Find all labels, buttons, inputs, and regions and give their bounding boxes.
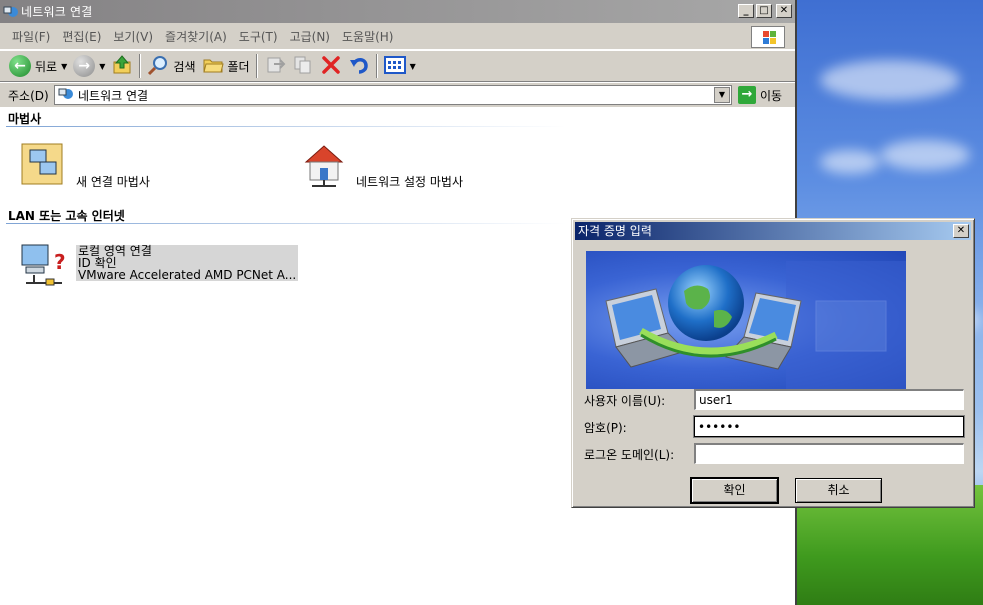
credentials-dialog: 자격 증명 입력 ✕ 사용자 이름(U): user1 암호(P): •••••… bbox=[571, 218, 975, 508]
forward-arrow-icon: → bbox=[73, 55, 96, 77]
username-label: 사용자 이름(U): bbox=[584, 393, 666, 408]
password-label: 암호(P): bbox=[584, 420, 627, 435]
copy-to-button[interactable] bbox=[289, 53, 317, 79]
new-connection-wizard-item[interactable]: 새 연결 마법사 bbox=[20, 140, 150, 190]
svg-text:?: ? bbox=[54, 250, 66, 274]
menu-favorites[interactable]: 즐겨찾기(A) bbox=[159, 28, 233, 45]
domain-input[interactable] bbox=[694, 443, 964, 464]
dialog-title: 자격 증명 입력 bbox=[578, 224, 652, 238]
minimize-button[interactable]: _ bbox=[738, 4, 754, 18]
views-dropdown-icon[interactable]: ▼ bbox=[410, 62, 416, 71]
up-button[interactable] bbox=[108, 53, 136, 79]
new-connection-wizard-icon bbox=[20, 140, 68, 188]
close-button[interactable]: ✕ bbox=[776, 4, 792, 18]
menu-advanced[interactable]: 고급(N) bbox=[284, 28, 336, 45]
username-row: 사용자 이름(U): bbox=[584, 389, 964, 411]
domain-row: 로그온 도메인(L): bbox=[584, 443, 964, 465]
lan-connection-icon: ? bbox=[20, 239, 68, 287]
toolbar-separator bbox=[255, 54, 258, 78]
address-dropdown-icon[interactable]: ▼ bbox=[714, 87, 730, 103]
back-label: 뒤로 bbox=[35, 59, 58, 74]
back-arrow-icon: ← bbox=[9, 55, 31, 77]
delete-button[interactable] bbox=[317, 53, 345, 79]
address-bar: 주소(D) 네트워크 연결 ▼ → 이동 bbox=[0, 83, 795, 107]
password-row: 암호(P): bbox=[584, 415, 965, 438]
delete-x-icon bbox=[320, 54, 342, 79]
network-setup-wizard-label: 네트워크 설정 마법사 bbox=[356, 175, 463, 189]
menu-file[interactable]: 파일(F) bbox=[6, 28, 56, 45]
address-input[interactable]: 네트워크 연결 ▼ bbox=[54, 85, 732, 105]
folder-up-icon bbox=[111, 54, 133, 79]
dialog-close-button[interactable]: ✕ bbox=[953, 224, 969, 238]
move-to-icon bbox=[264, 54, 286, 79]
ok-button[interactable]: 확인 bbox=[691, 478, 778, 503]
copy-to-icon bbox=[292, 54, 314, 79]
local-area-connection-item[interactable]: ? 로컬 영역 연결 ID 확인 VMware Accelerated AMD … bbox=[20, 239, 299, 287]
group-divider bbox=[6, 126, 566, 127]
maximize-button[interactable]: □ bbox=[756, 4, 772, 18]
go-button[interactable]: → 이동 bbox=[738, 86, 782, 104]
search-icon bbox=[147, 54, 169, 79]
undo-button[interactable] bbox=[345, 53, 373, 79]
username-input[interactable] bbox=[694, 389, 964, 410]
go-arrow-icon: → bbox=[738, 86, 756, 104]
folders-button[interactable]: 폴더 bbox=[199, 53, 253, 79]
search-button[interactable]: 검색 bbox=[144, 53, 198, 79]
back-dropdown-icon[interactable]: ▼ bbox=[61, 62, 67, 71]
move-to-button[interactable] bbox=[261, 53, 289, 79]
go-label: 이동 bbox=[760, 88, 783, 103]
toolbar-separator bbox=[139, 54, 142, 78]
group-header-lan: LAN 또는 고속 인터넷 bbox=[8, 209, 125, 223]
folders-icon bbox=[202, 54, 224, 79]
domain-label: 로그온 도메인(L): bbox=[584, 447, 675, 462]
search-label: 검색 bbox=[173, 59, 196, 74]
standard-toolbar: ← 뒤로 ▼ → ▼ 검색 폴더 ▼ bbox=[0, 51, 795, 82]
forward-button[interactable]: → ▼ bbox=[70, 53, 108, 79]
group-header-wizard: 마법사 bbox=[8, 112, 42, 126]
network-setup-wizard-item[interactable]: 네트워크 설정 마법사 bbox=[300, 140, 463, 190]
forward-dropdown-icon[interactable]: ▼ bbox=[99, 62, 105, 71]
address-value: 네트워크 연결 bbox=[78, 88, 149, 103]
window-title: 네트워크 연결 bbox=[21, 5, 93, 19]
network-banner-image bbox=[586, 251, 906, 389]
connection-device: VMware Accelerated AMD PCNet A... bbox=[78, 268, 297, 282]
menu-view[interactable]: 보기(V) bbox=[107, 28, 159, 45]
menu-tools[interactable]: 도구(T) bbox=[233, 28, 284, 45]
group-divider bbox=[6, 223, 566, 224]
network-connections-icon bbox=[3, 4, 19, 20]
back-button[interactable]: ← 뒤로 ▼ bbox=[6, 53, 70, 79]
views-icon bbox=[383, 54, 406, 79]
windows-logo-icon bbox=[751, 26, 785, 48]
menu-bar: 파일(F) 편집(E) 보기(V) 즐겨찾기(A) 도구(T) 고급(N) 도움… bbox=[0, 23, 795, 50]
folders-label: 폴더 bbox=[227, 59, 250, 74]
menu-help[interactable]: 도움말(H) bbox=[336, 28, 400, 45]
views-button[interactable]: ▼ bbox=[381, 53, 419, 79]
undo-icon bbox=[348, 54, 370, 79]
dialog-titlebar[interactable]: 자격 증명 입력 ✕ bbox=[575, 222, 971, 240]
network-connections-icon bbox=[58, 86, 74, 105]
menu-edit[interactable]: 편집(E) bbox=[56, 28, 107, 45]
network-setup-wizard-icon bbox=[300, 140, 348, 188]
toolbar-separator bbox=[375, 54, 378, 78]
local-area-connection-label: 로컬 영역 연결 ID 확인 VMware Accelerated AMD PC… bbox=[76, 245, 299, 282]
password-input[interactable] bbox=[693, 415, 965, 438]
window-titlebar[interactable]: 네트워크 연결 _ □ ✕ bbox=[0, 0, 795, 23]
new-connection-wizard-label: 새 연결 마법사 bbox=[76, 175, 150, 189]
address-label: 주소(D) bbox=[8, 88, 49, 103]
cancel-button[interactable]: 취소 bbox=[795, 478, 882, 503]
